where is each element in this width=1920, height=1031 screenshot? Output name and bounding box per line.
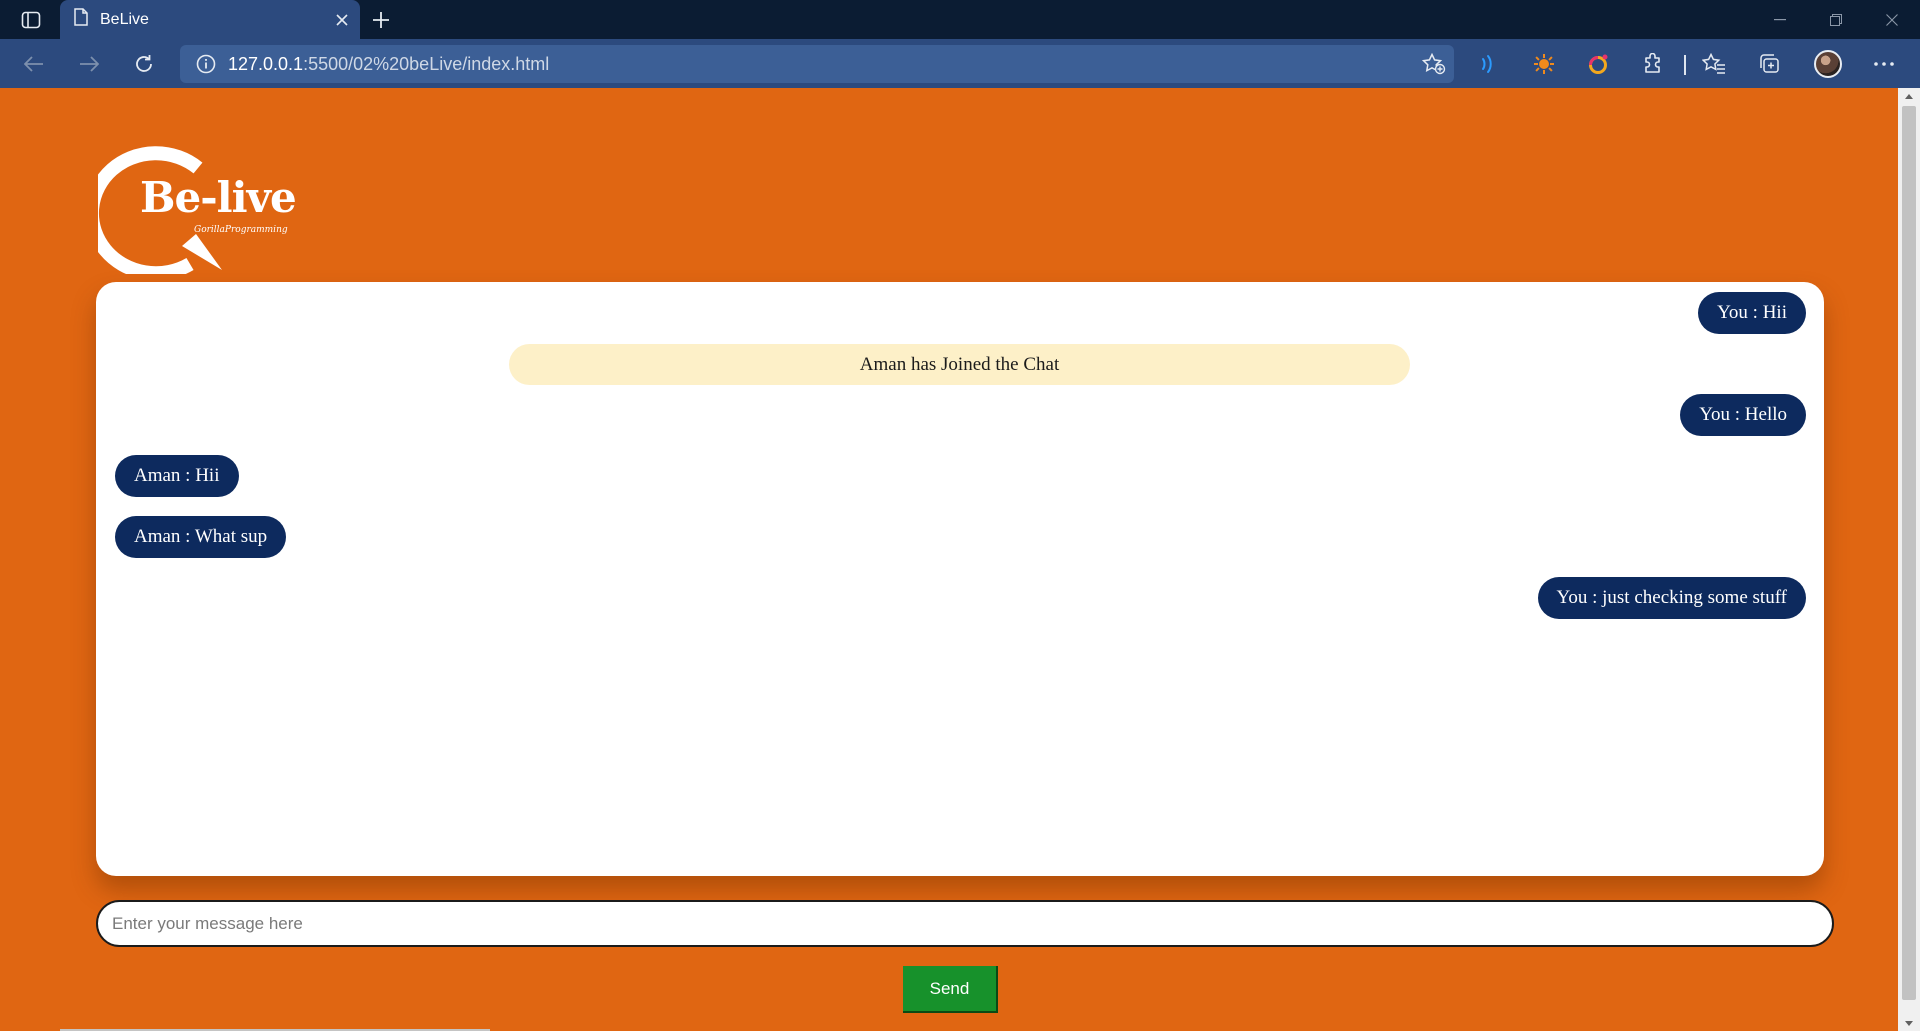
join-notice: Aman has Joined the Chat xyxy=(509,344,1410,385)
chat-message-outgoing: You : Hello xyxy=(1680,394,1806,436)
toolbar-divider xyxy=(1684,55,1686,75)
minimize-icon[interactable] xyxy=(1752,0,1808,39)
extension-ring-icon[interactable] xyxy=(1582,48,1614,80)
info-icon[interactable] xyxy=(196,54,216,74)
url-path: :5500/02%20beLive/index.html xyxy=(303,53,550,74)
chat-message-outgoing: You : Hii xyxy=(1698,292,1806,334)
collections-icon[interactable] xyxy=(1753,48,1785,80)
read-aloud-icon[interactable] xyxy=(1472,48,1504,80)
url-host: 127.0.0.1 xyxy=(228,53,304,74)
window-close-icon[interactable] xyxy=(1864,0,1920,39)
extensions-icon[interactable] xyxy=(1637,48,1669,80)
extension-sun-icon[interactable] xyxy=(1528,48,1560,80)
plus-icon[interactable] xyxy=(366,5,396,35)
more-icon[interactable] xyxy=(1868,48,1900,80)
scroll-down-icon[interactable] xyxy=(1898,1015,1920,1031)
browser-tab-strip: BeLive xyxy=(0,0,1920,39)
url-text: 127.0.0.1:5500/02%20beLive/index.html xyxy=(228,54,1414,75)
svg-text:GorillaProgramming: GorillaProgramming xyxy=(194,225,288,235)
restore-icon[interactable] xyxy=(1808,0,1864,39)
favorites-icon[interactable] xyxy=(1698,48,1730,80)
tab-actions-icon[interactable] xyxy=(18,9,44,31)
page-icon xyxy=(74,8,88,31)
chat-message-incoming: Aman : Hii xyxy=(115,455,239,497)
scroll-up-icon[interactable] xyxy=(1898,88,1920,104)
chat-window: You : Hii Aman has Joined the Chat You :… xyxy=(96,282,1824,876)
browser-toolbar: 127.0.0.1:5500/02%20beLive/index.html xyxy=(0,39,1920,88)
chat-message-incoming: Aman : What sup xyxy=(115,516,287,558)
profile-avatar[interactable] xyxy=(1812,48,1844,80)
message-input[interactable] xyxy=(96,900,1834,947)
tab-title: BeLive xyxy=(100,10,149,28)
send-button[interactable]: Send xyxy=(903,966,998,1013)
forward-icon[interactable] xyxy=(73,48,105,80)
back-icon[interactable] xyxy=(18,48,50,80)
window-controls xyxy=(1752,0,1920,39)
app-logo: Be-live GorillaProgramming xyxy=(84,138,298,281)
svg-text:Be-live: Be-live xyxy=(140,173,296,222)
address-bar[interactable]: 127.0.0.1:5500/02%20beLive/index.html xyxy=(180,45,1454,83)
close-icon[interactable] xyxy=(324,0,360,39)
add-favorite-icon[interactable] xyxy=(1414,45,1454,83)
browser-tab[interactable]: BeLive xyxy=(60,0,360,39)
refresh-icon[interactable] xyxy=(128,48,160,80)
chat-message-outgoing: You : just checking some stuff xyxy=(1537,577,1806,619)
page-scrollbar[interactable] xyxy=(1898,88,1920,1031)
scroll-thumb[interactable] xyxy=(1902,106,1916,1000)
